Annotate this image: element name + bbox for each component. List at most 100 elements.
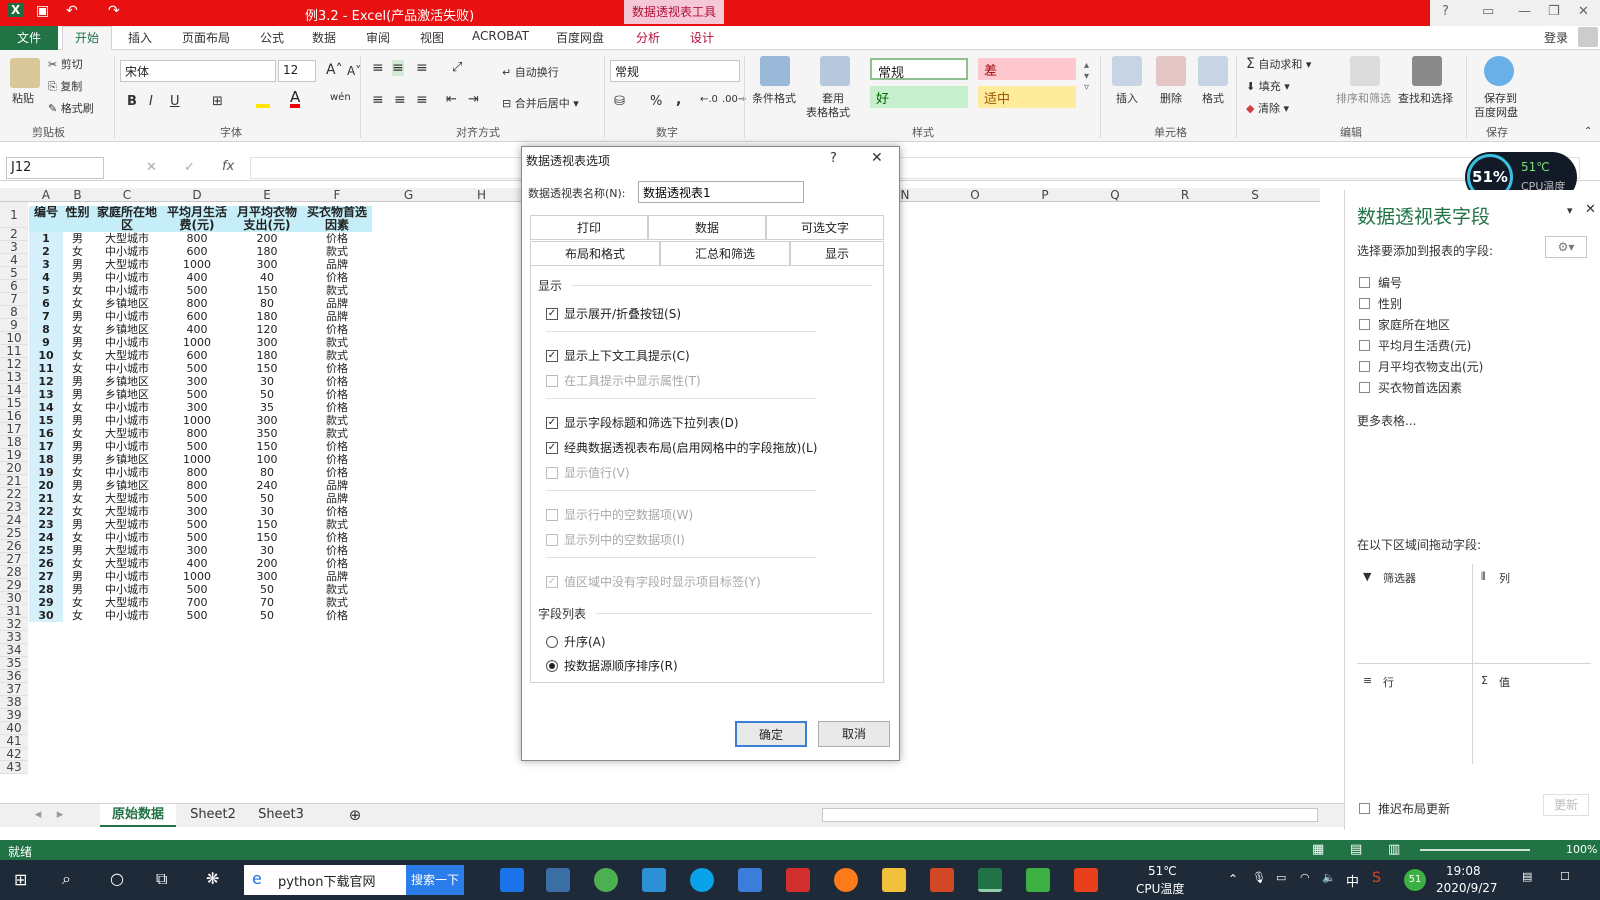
table-cell[interactable]: 200 <box>232 232 302 245</box>
cut-button[interactable]: ✂ 剪切 <box>48 56 83 72</box>
number-format-select[interactable]: 常规 <box>610 60 740 82</box>
table-cell[interactable]: 50 <box>232 388 302 401</box>
pivot-name-input[interactable] <box>638 181 804 203</box>
table-cell[interactable]: 中小城市 <box>92 362 162 375</box>
battery-icon[interactable]: ▭ <box>1276 871 1286 884</box>
table-cell[interactable]: 中小城市 <box>92 271 162 284</box>
table-cell[interactable]: 品牌 <box>302 492 372 505</box>
undo-icon[interactable]: ↶ <box>66 3 78 19</box>
table-cell[interactable]: 30 <box>232 544 302 557</box>
table-cell[interactable]: 中小城市 <box>92 284 162 297</box>
redo-icon[interactable]: ↷ <box>108 3 120 19</box>
grow-font-icon[interactable]: A˄ <box>326 62 343 78</box>
tab-display[interactable]: 显示 <box>790 241 884 266</box>
table-cell[interactable]: 14 <box>29 401 63 414</box>
more-tables-link[interactable]: 更多表格... <box>1357 412 1416 429</box>
phonetic-icon[interactable]: wén <box>330 92 351 103</box>
table-cell[interactable]: 品牌 <box>302 310 372 323</box>
table-cell[interactable]: 1000 <box>162 453 232 466</box>
baidu-cloud-icon[interactable] <box>1484 56 1514 86</box>
table-cell[interactable]: 3 <box>29 258 63 271</box>
table-cell[interactable]: 男 <box>63 258 92 271</box>
table-cell[interactable]: 男 <box>63 544 92 557</box>
field-checkbox-living-cost[interactable]: 平均月生活费(元) <box>1359 337 1471 354</box>
field-checkbox-clothing-spend[interactable]: 月平均衣物支出(元) <box>1359 358 1483 375</box>
table-cell[interactable]: 600 <box>162 310 232 323</box>
table-cell[interactable]: 品牌 <box>302 258 372 271</box>
checkbox-item-labels[interactable]: ✓ 值区域中没有字段时显示项目标签(Y) <box>546 573 761 590</box>
taskbar-search-box[interactable]: e python下载官网 <box>244 865 406 895</box>
table-cell[interactable]: 价格 <box>302 271 372 284</box>
table-cell[interactable]: 800 <box>162 232 232 245</box>
align-right-icon[interactable]: ≡ <box>416 92 428 108</box>
folder-icon[interactable] <box>882 868 906 892</box>
tab-review[interactable]: 审阅 <box>366 29 390 46</box>
table-cell[interactable]: 款式 <box>302 427 372 440</box>
table-cell[interactable]: 款式 <box>302 414 372 427</box>
sheet-tab-2[interactable]: Sheet2 <box>182 804 244 827</box>
table-cell[interactable]: 600 <box>162 349 232 362</box>
collapse-ribbon-icon[interactable]: ⌃ <box>1584 126 1592 137</box>
fill-button[interactable]: ⬇ 填充 ▾ <box>1246 78 1290 94</box>
table-cell[interactable]: 20 <box>29 479 63 492</box>
table-cell[interactable]: 女 <box>63 245 92 258</box>
table-cell[interactable]: 价格 <box>302 505 372 518</box>
table-header-cell[interactable]: 性别 <box>63 206 92 232</box>
table-cell[interactable]: 男 <box>63 440 92 453</box>
column-header[interactable]: E <box>232 188 302 202</box>
login-link[interactable]: 登录 <box>1544 29 1568 46</box>
firefox-icon[interactable] <box>834 868 858 892</box>
table-cell[interactable]: 乡镇地区 <box>92 479 162 492</box>
table-cell[interactable]: 26 <box>29 557 63 570</box>
table-cell[interactable]: 700 <box>162 596 232 609</box>
clear-button[interactable]: ◆ 清除 ▾ <box>1246 100 1289 116</box>
fill-color-icon[interactable] <box>256 92 270 108</box>
store-icon[interactable] <box>546 868 570 892</box>
table-cell[interactable]: 400 <box>162 557 232 570</box>
align-center-icon[interactable]: ≡ <box>394 92 406 108</box>
wrap-text-button[interactable]: ↵ 自动换行 <box>502 64 559 80</box>
tab-print[interactable]: 打印 <box>530 215 648 240</box>
table-cell[interactable]: 50 <box>232 609 302 622</box>
radio-source-order[interactable]: 按数据源顺序排序(R) <box>546 657 678 674</box>
table-cell[interactable]: 女 <box>63 349 92 362</box>
tab-totals-filters[interactable]: 汇总和筛选 <box>660 241 790 266</box>
table-cell[interactable]: 30 <box>29 609 63 622</box>
excel-taskbar-icon[interactable] <box>978 868 1002 892</box>
table-cell[interactable]: 男 <box>63 336 92 349</box>
table-cell[interactable]: 500 <box>162 609 232 622</box>
sogou-icon[interactable]: S <box>1372 870 1381 886</box>
sheet-tab-source[interactable]: 原始数据 <box>100 804 176 827</box>
format-cells-icon[interactable] <box>1198 56 1228 86</box>
table-cell[interactable]: 150 <box>232 531 302 544</box>
microphone-icon[interactable]: 🎙 <box>1252 871 1266 884</box>
table-cell[interactable]: 800 <box>162 466 232 479</box>
table-cell[interactable]: 款式 <box>302 583 372 596</box>
insert-cells-icon[interactable] <box>1112 56 1142 86</box>
acrobat-icon[interactable] <box>786 868 810 892</box>
column-header[interactable]: H <box>445 188 518 202</box>
table-cell[interactable]: 大型城市 <box>92 596 162 609</box>
table-cell[interactable]: 款式 <box>302 349 372 362</box>
table-cell[interactable]: 300 <box>232 414 302 427</box>
table-cell[interactable]: 女 <box>63 362 92 375</box>
notification-icon[interactable]: ▤ <box>1522 870 1532 883</box>
table-cell[interactable]: 35 <box>232 401 302 414</box>
table-cell[interactable]: 180 <box>232 245 302 258</box>
volume-icon[interactable]: 🔈 <box>1322 871 1336 884</box>
field-checkbox-preference[interactable]: 买衣物首选因素 <box>1359 379 1462 396</box>
increase-decimal-icon[interactable]: ←.0 <box>700 94 718 105</box>
column-header[interactable]: D <box>162 188 232 202</box>
ribbon-display-icon[interactable]: ▭ <box>1482 4 1494 19</box>
table-cell[interactable]: 240 <box>232 479 302 492</box>
column-header[interactable]: B <box>63 188 92 202</box>
table-cell[interactable]: 500 <box>162 518 232 531</box>
taskbar-search-button[interactable]: 搜索一下 <box>406 865 464 895</box>
checkbox-expand-buttons[interactable]: ✓ 显示展开/折叠按钮(S) <box>546 305 681 322</box>
table-cell[interactable]: 30 <box>232 375 302 388</box>
table-cell[interactable]: 价格 <box>302 323 372 336</box>
close-icon[interactable]: ✕ <box>1578 4 1589 19</box>
percent-button[interactable]: % <box>650 94 662 109</box>
table-cell[interactable]: 4 <box>29 271 63 284</box>
browser-icon[interactable] <box>594 868 618 892</box>
